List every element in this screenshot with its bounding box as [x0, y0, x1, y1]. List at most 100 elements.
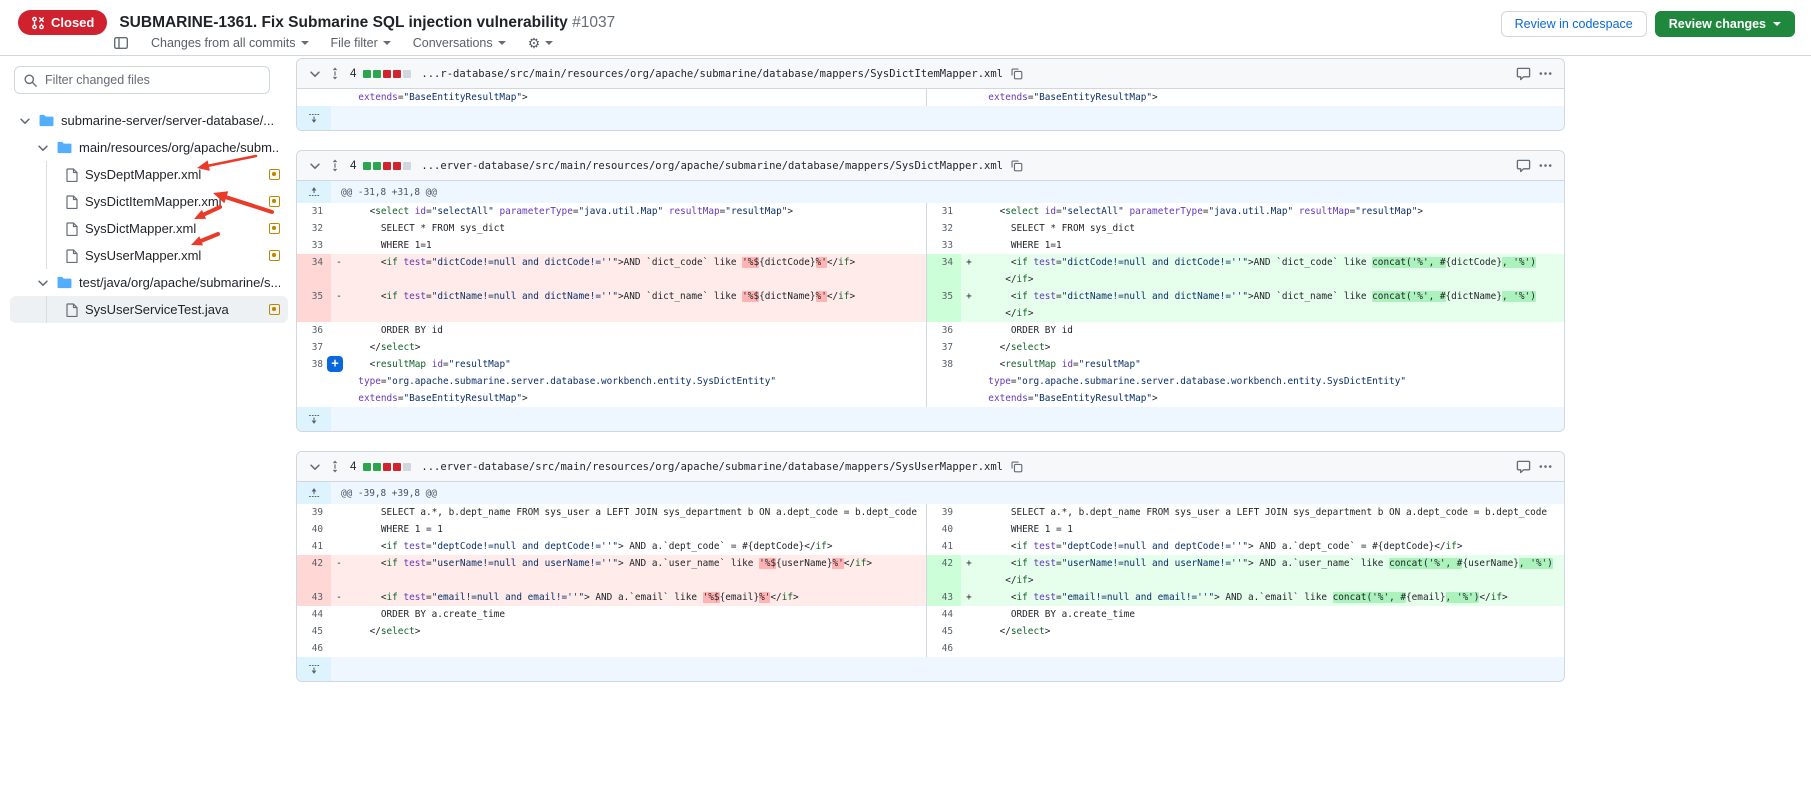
chevron-down-icon[interactable] [36, 276, 50, 290]
collapse-file-icon[interactable] [308, 67, 322, 81]
line-number[interactable]: 35 [297, 288, 331, 322]
line-number[interactable]: 34 [927, 254, 961, 288]
pr-title-text: SUBMARINE-1361. Fix Submarine SQL inject… [119, 14, 567, 31]
tree-file-row[interactable]: SysUserServiceTest.java [10, 296, 288, 323]
line-number[interactable]: 32 [297, 220, 331, 237]
diff-marker [331, 237, 347, 254]
line-number[interactable]: 39 [927, 504, 961, 521]
diff-right-cell: extends="BaseEntityResultMap"> [926, 89, 1565, 106]
line-number[interactable]: 39 [297, 504, 331, 521]
review-changes-button[interactable]: Review changes [1655, 11, 1795, 37]
kebab-menu-icon[interactable] [1538, 66, 1553, 81]
line-number[interactable]: 38 [927, 356, 961, 407]
line-number[interactable]: 41 [297, 538, 331, 555]
line-number[interactable]: 42 [297, 555, 331, 589]
kebab-menu-icon[interactable] [1538, 158, 1553, 173]
add-comment-button[interactable]: + [327, 356, 343, 372]
search-icon [23, 73, 38, 88]
diff-right-cell: 40 WHERE 1 = 1 [926, 521, 1565, 538]
line-number[interactable]: 46 [297, 640, 331, 657]
diff-settings-dropdown[interactable]: ⚙ [528, 36, 554, 50]
file-icon [66, 195, 78, 209]
expand-down-button[interactable] [297, 106, 331, 130]
line-number[interactable]: 32 [927, 220, 961, 237]
chevron-down-icon[interactable] [18, 114, 32, 128]
line-number[interactable] [927, 89, 961, 106]
chevron-down-icon [383, 41, 391, 45]
line-number[interactable]: 31 [297, 203, 331, 220]
line-number[interactable]: 36 [297, 322, 331, 339]
line-number[interactable]: 31 [927, 203, 961, 220]
tree-file-row[interactable]: SysDeptMapper.xml [10, 161, 288, 188]
line-number[interactable]: 46 [927, 640, 961, 657]
line-number[interactable]: 33 [927, 237, 961, 254]
line-number[interactable]: 35 [927, 288, 961, 322]
line-number[interactable]: 43 [927, 589, 961, 606]
drag-handle-icon[interactable] [329, 460, 341, 473]
filter-changed-files-input[interactable] [14, 66, 270, 94]
diff-right-cell: 36 ORDER BY id [926, 322, 1565, 339]
diff-row: 38+ <resultMap id="resultMap" type="org.… [297, 356, 1564, 407]
comment-icon[interactable] [1516, 158, 1531, 173]
copy-path-icon[interactable] [1010, 159, 1023, 172]
tree-item-label: test/java/org/apache/submarine/s... [79, 275, 280, 290]
file-path-link[interactable]: ...erver-database/src/main/resources/org… [421, 160, 1003, 172]
diff-marker [331, 89, 347, 106]
expand-up-button[interactable] [297, 181, 331, 203]
pr-header: Closed SUBMARINE-1361. Fix Submarine SQL… [0, 0, 1811, 56]
file-icon [66, 249, 78, 263]
file-tree-toggle-icon[interactable] [113, 35, 129, 51]
file-icon [66, 222, 78, 236]
line-number[interactable]: 45 [297, 623, 331, 640]
line-number[interactable]: 44 [927, 606, 961, 623]
drag-handle-icon[interactable] [329, 67, 341, 80]
tree-file-row[interactable]: SysDictItemMapper.xml [10, 188, 288, 215]
line-number[interactable]: 37 [297, 339, 331, 356]
conversations-dropdown[interactable]: Conversations [413, 36, 506, 50]
collapse-file-icon[interactable] [308, 460, 322, 474]
chevron-down-icon[interactable] [36, 141, 50, 155]
diff-row: 31 <select id="selectAll" parameterType=… [297, 203, 1564, 220]
line-number[interactable] [297, 89, 331, 106]
line-number[interactable]: 41 [927, 538, 961, 555]
collapse-file-icon[interactable] [308, 159, 322, 173]
line-number[interactable]: 42 [927, 555, 961, 589]
copy-path-icon[interactable] [1010, 460, 1023, 473]
tree-folder-row[interactable]: test/java/org/apache/submarine/s... [10, 269, 288, 296]
expand-down-button[interactable] [297, 657, 331, 681]
expand-down-button[interactable] [297, 407, 331, 431]
diff-right-cell: 32 SELECT * FROM sys_dict [926, 220, 1565, 237]
tree-folder-row[interactable]: submarine-server/server-database/... [10, 107, 288, 134]
line-number[interactable]: 36 [927, 322, 961, 339]
file-path-link[interactable]: ...erver-database/src/main/resources/org… [421, 461, 1003, 473]
file-path-link[interactable]: ...r-database/src/main/resources/org/apa… [421, 68, 1003, 80]
review-in-codespace-button[interactable]: Review in codespace [1501, 11, 1647, 37]
tree-file-row[interactable]: SysUserMapper.xml [10, 242, 288, 269]
line-number[interactable]: 34 [297, 254, 331, 288]
tree-item-label: submarine-server/server-database/... [61, 113, 274, 128]
line-number[interactable]: 40 [927, 521, 961, 538]
expand-up-button[interactable] [297, 482, 331, 504]
changes-from-dropdown[interactable]: Changes from all commits [151, 36, 309, 50]
pr-number: #1037 [572, 14, 615, 31]
line-number[interactable]: 33 [297, 237, 331, 254]
code-cell: WHERE 1 = 1 [977, 521, 1565, 538]
kebab-menu-icon[interactable] [1538, 459, 1553, 474]
tree-file-row[interactable]: SysDictMapper.xml [10, 215, 288, 242]
drag-handle-icon[interactable] [329, 159, 341, 172]
diff-marker: - [331, 555, 347, 589]
line-number[interactable]: 43 [297, 589, 331, 606]
file-filter-dropdown[interactable]: File filter [331, 36, 391, 50]
comment-icon[interactable] [1516, 66, 1531, 81]
diff-row: 46 46 [297, 640, 1564, 657]
comment-icon[interactable] [1516, 459, 1531, 474]
copy-path-icon[interactable] [1010, 67, 1023, 80]
expand-row-fill [331, 407, 1564, 431]
line-number[interactable]: 40 [297, 521, 331, 538]
line-number[interactable]: 45 [927, 623, 961, 640]
line-number[interactable]: 44 [297, 606, 331, 623]
line-number[interactable]: 38 [297, 356, 331, 407]
code-cell: <if test="email!=null and email!=''"> AN… [347, 589, 926, 606]
tree-folder-row[interactable]: main/resources/org/apache/subm... [10, 134, 288, 161]
line-number[interactable]: 37 [927, 339, 961, 356]
